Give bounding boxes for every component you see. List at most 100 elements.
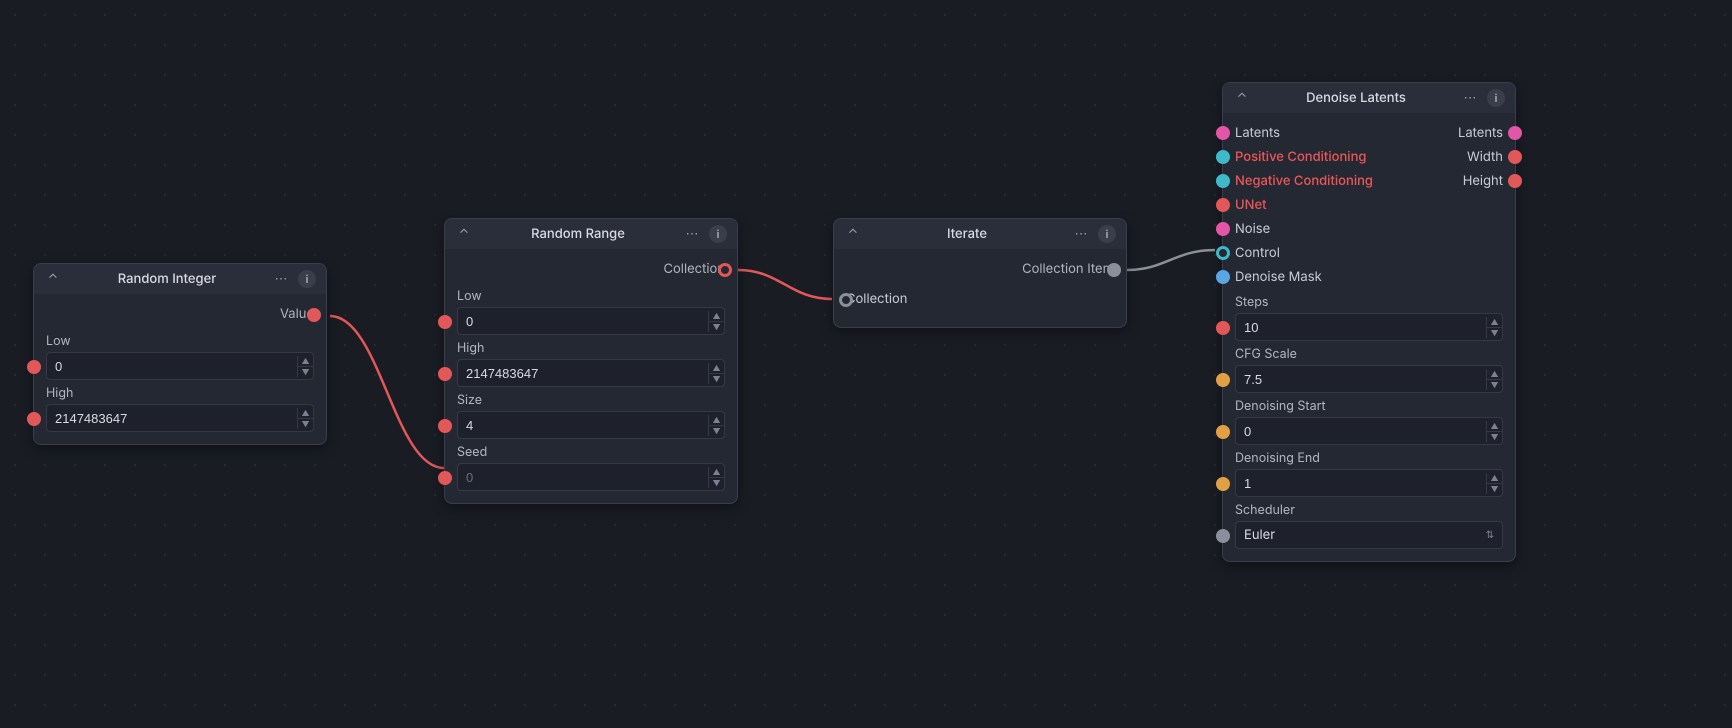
dstart-label: Denoising Start [1235,399,1503,414]
port-collection-out[interactable] [718,263,732,277]
port-dstart-in[interactable] [1216,425,1230,439]
step-down-icon[interactable]: ▼ [709,478,724,488]
low-input-field[interactable] [47,359,297,374]
step-down-icon[interactable]: ▼ [1487,380,1502,390]
seed-input[interactable]: ▲▼ [457,463,725,491]
width-label: Width [1467,149,1503,165]
low-label: Low [457,289,725,304]
node-header: ⌃ Denoise Latents ⋯ i [1223,83,1515,113]
node-header: ⌃ Random Integer ⋯ i [34,264,326,294]
steps-input-field[interactable] [1236,320,1486,335]
output-value-label: Value [46,302,314,328]
dend-input-field[interactable] [1236,476,1486,491]
scheduler-select[interactable]: Euler ⇅ [1235,521,1503,549]
step-down-icon[interactable]: ▼ [709,426,724,436]
port-low-in[interactable] [27,360,41,374]
more-icon[interactable]: ⋯ [1072,225,1090,243]
high-input[interactable]: ▲▼ [46,404,314,432]
info-icon[interactable]: i [709,225,727,243]
step-down-icon[interactable]: ▼ [709,322,724,332]
latents-out-label: Latents [1458,125,1503,141]
port-mask-in[interactable] [1216,270,1230,284]
port-dend-in[interactable] [1216,477,1230,491]
step-down-icon[interactable]: ▼ [1487,328,1502,338]
step-up-icon[interactable]: ▲ [298,356,313,367]
step-up-icon[interactable]: ▲ [1487,317,1502,328]
info-icon[interactable]: i [1487,89,1505,107]
node-header: ⌃ Iterate ⋯ i [834,219,1126,249]
port-seed-in[interactable] [438,471,452,485]
port-size-in[interactable] [438,419,452,433]
port-item-out[interactable] [1107,263,1121,277]
dend-label: Denoising End [1235,451,1503,466]
node-iterate: ⌃ Iterate ⋯ i Collection Item Collection [833,218,1127,328]
step-down-icon[interactable]: ▼ [298,419,313,429]
step-down-icon[interactable]: ▼ [298,367,313,377]
low-input-field[interactable] [458,314,708,329]
cfg-input-field[interactable] [1236,372,1486,387]
step-up-icon[interactable]: ▲ [709,467,724,478]
port-negcond-in[interactable] [1216,174,1230,188]
port-noise-in[interactable] [1216,222,1230,236]
height-label: Height [1463,173,1503,189]
port-low-in[interactable] [438,315,452,329]
collapse-icon[interactable]: ⌃ [1233,89,1251,107]
input-collection-label: Collection [846,291,907,307]
more-icon[interactable]: ⋯ [272,270,290,288]
high-input-field[interactable] [47,411,297,426]
negcond-label: Negative Conditioning [1235,173,1373,189]
step-up-icon[interactable]: ▲ [709,415,724,426]
step-up-icon[interactable]: ▲ [1487,421,1502,432]
port-high-in[interactable] [438,367,452,381]
dstart-input[interactable]: ▲▼ [1235,417,1503,445]
port-steps-in[interactable] [1216,321,1230,335]
step-up-icon[interactable]: ▲ [1487,369,1502,380]
port-control-in[interactable] [1216,246,1230,260]
port-poscond-in[interactable] [1216,150,1230,164]
step-down-icon[interactable]: ▼ [1487,432,1502,442]
cfg-input[interactable]: ▲▼ [1235,365,1503,393]
info-icon[interactable]: i [298,270,316,288]
step-up-icon[interactable]: ▲ [709,363,724,374]
port-high-in[interactable] [27,412,41,426]
seed-input-field[interactable] [458,470,708,485]
noise-label: Noise [1235,221,1270,237]
size-input[interactable]: ▲▼ [457,411,725,439]
low-input[interactable]: ▲▼ [46,352,314,380]
port-value-out[interactable] [307,308,321,322]
output-collection-label: Collection [457,257,725,283]
port-unet-in[interactable] [1216,198,1230,212]
size-input-field[interactable] [458,418,708,433]
high-label: High [46,386,314,401]
more-icon[interactable]: ⋯ [683,225,701,243]
output-item-label: Collection Item [846,257,1114,283]
port-scheduler-in[interactable] [1216,529,1230,543]
scheduler-value: Euler [1244,527,1275,543]
collapse-icon[interactable]: ⌃ [455,225,473,243]
port-latents-out[interactable] [1508,126,1522,140]
unet-label: UNet [1235,197,1267,213]
scheduler-label: Scheduler [1235,503,1503,518]
high-input-field[interactable] [458,366,708,381]
chevron-updown-icon: ⇅ [1486,529,1494,541]
node-denoise-latents: ⌃ Denoise Latents ⋯ i Latents Latents Po… [1222,82,1516,562]
port-collection-in[interactable] [839,293,853,307]
port-height-out[interactable] [1508,174,1522,188]
collapse-icon[interactable]: ⌃ [844,225,862,243]
dstart-input-field[interactable] [1236,424,1486,439]
more-icon[interactable]: ⋯ [1461,89,1479,107]
dend-input[interactable]: ▲▼ [1235,469,1503,497]
high-input[interactable]: ▲▼ [457,359,725,387]
port-cfg-in[interactable] [1216,373,1230,387]
step-up-icon[interactable]: ▲ [709,311,724,322]
step-up-icon[interactable]: ▲ [1487,473,1502,484]
low-input[interactable]: ▲▼ [457,307,725,335]
port-latents-in[interactable] [1216,126,1230,140]
port-width-out[interactable] [1508,150,1522,164]
info-icon[interactable]: i [1098,225,1116,243]
step-down-icon[interactable]: ▼ [709,374,724,384]
step-down-icon[interactable]: ▼ [1487,484,1502,494]
steps-input[interactable]: ▲▼ [1235,313,1503,341]
step-up-icon[interactable]: ▲ [298,408,313,419]
collapse-icon[interactable]: ⌃ [44,270,62,288]
